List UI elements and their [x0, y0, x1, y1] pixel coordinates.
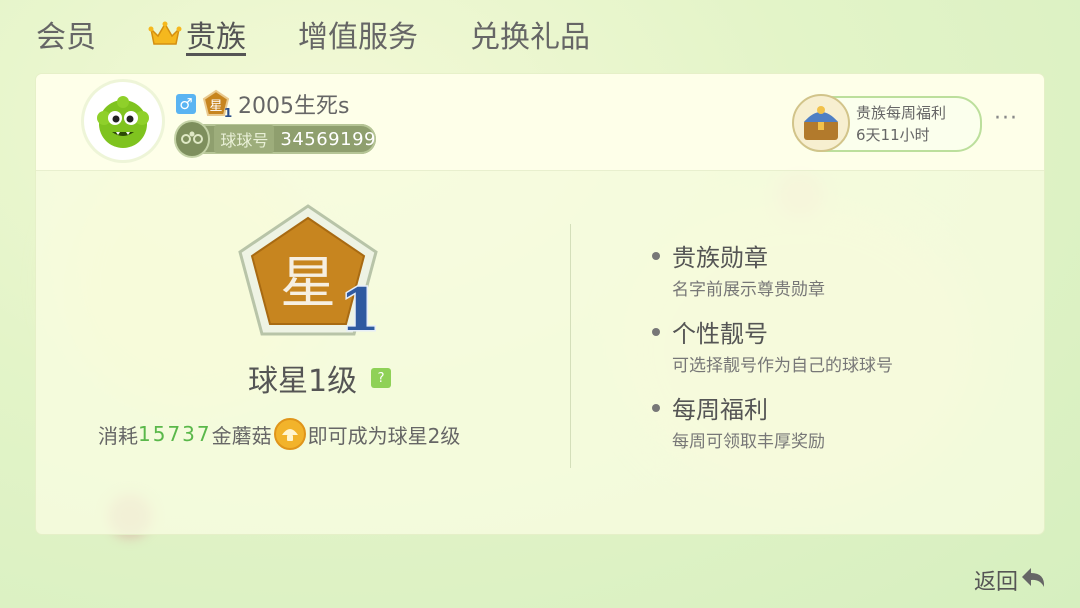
perk-item: 个性靓号 可选择靓号作为自己的球球号	[652, 314, 893, 376]
player-id-pill: 球球号 34569199	[174, 120, 376, 158]
upgrade-requirement: 消耗 15737 金蘑菇 即可成为球星2级	[98, 418, 460, 450]
profile-header: ♂ 星 1 2005生死s 球球号 34569199 贵族每周福利 6天11小时…	[36, 74, 1044, 171]
player-name: 2005生死s	[238, 94, 350, 119]
tab-label: 会员	[36, 20, 96, 55]
weekly-benefit-button[interactable]: 贵族每周福利 6天11小时	[792, 94, 982, 152]
perk-item: 每周福利 每周可领取丰厚奖励	[652, 390, 825, 452]
svg-text:星: 星	[209, 99, 222, 114]
back-label: 返回	[974, 570, 1019, 595]
tab-member[interactable]: 会员	[36, 12, 96, 56]
level-title: 球星1级	[248, 364, 358, 399]
consume-unit: 金蘑菇	[211, 423, 272, 448]
divider	[570, 224, 571, 468]
level-title-row: 球星1级 ?	[248, 356, 392, 400]
ball-face-icon	[174, 120, 211, 158]
name-row: ♂ 星 1 2005生死s	[176, 88, 349, 120]
id-label: 球球号	[214, 125, 275, 153]
perk-title: 每周福利	[652, 390, 825, 425]
treasure-chest-icon	[792, 94, 850, 152]
perk-item: 贵族勋章 名字前展示尊贵勋章	[652, 238, 825, 300]
tab-label: 增值服务	[298, 20, 418, 55]
perk-desc: 可选择靓号作为自己的球球号	[672, 356, 893, 376]
svg-text:星: 星	[280, 251, 336, 316]
return-arrow-icon	[1022, 568, 1045, 587]
crown-icon	[148, 21, 182, 45]
svg-text:1: 1	[340, 276, 380, 344]
perk-title: 个性靓号	[652, 314, 893, 349]
consume-prefix: 消耗	[98, 423, 138, 448]
star-level-badge-icon: 星 1	[238, 204, 382, 344]
perk-title: 贵族勋章	[652, 238, 825, 273]
top-tab-bar: 会员 贵族 增值服务 兑换礼品	[36, 12, 642, 56]
perk-desc: 每周可领取丰厚奖励	[672, 432, 825, 452]
green-monster-avatar-icon	[97, 96, 149, 148]
avatar[interactable]	[84, 82, 162, 160]
gold-mushroom-icon	[273, 418, 306, 450]
consume-suffix: 即可成为球星2级	[307, 423, 461, 448]
star-rank-badge-icon: 星 1	[202, 89, 232, 119]
consume-amount: 15737	[138, 422, 212, 446]
help-question-icon[interactable]: ?	[371, 368, 392, 388]
perk-desc: 名字前展示尊贵勋章	[672, 280, 825, 300]
back-button[interactable]: 返回	[974, 564, 1048, 596]
tab-label: 兑换礼品	[470, 20, 590, 55]
id-number: 34569199	[280, 128, 376, 150]
tab-label: 贵族	[186, 20, 246, 55]
tab-value-added-services[interactable]: 增值服务	[298, 12, 418, 56]
tab-redeem-gifts[interactable]: 兑换礼品	[470, 12, 590, 56]
tab-noble[interactable]: 贵族	[148, 12, 246, 56]
svg-text:1: 1	[224, 106, 232, 119]
more-options-icon[interactable]: ···	[994, 106, 1018, 131]
noble-card: ♂ 星 1 2005生死s 球球号 34569199 贵族每周福利 6天11小时…	[36, 74, 1044, 534]
weekly-benefit-countdown: 6天11小时	[856, 126, 930, 144]
weekly-benefit-title: 贵族每周福利	[856, 104, 947, 122]
male-gender-icon: ♂	[176, 94, 196, 114]
